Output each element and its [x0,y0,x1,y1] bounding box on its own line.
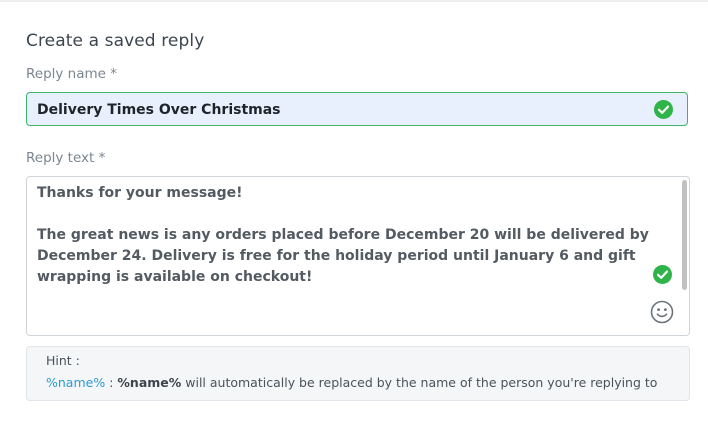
page-title: Create a saved reply [26,31,205,51]
check-circle-icon [653,265,672,284]
smiley-icon[interactable] [650,300,674,324]
check-circle-icon [654,100,673,119]
top-divider [0,0,708,2]
reply-text-paragraph: Thanks for your message! [37,185,243,201]
hint-description: will automatically be replaced by the na… [181,375,658,390]
hint-separator: : [105,375,118,390]
hint-text: %name% : %name% will automatically be re… [46,375,657,390]
reply-name-label: Reply name * [26,66,118,82]
reply-text-paragraph: The great news is any orders placed befo… [37,227,649,285]
hint-token-bold: %name% [117,375,182,390]
reply-name-value[interactable]: Delivery Times Over Christmas [37,102,281,118]
textarea-scrollbar[interactable] [682,180,687,290]
reply-text-textarea[interactable]: Thanks for your message! The great news … [26,176,690,336]
hint-box: Hint : %name% : %name% will automaticall… [26,346,690,401]
reply-text-body[interactable]: Thanks for your message! The great news … [37,183,677,288]
hint-token: %name% [46,375,106,390]
hint-title: Hint : [46,353,80,368]
reply-text-label: Reply text * [26,150,106,166]
reply-name-input[interactable]: Delivery Times Over Christmas [26,92,688,126]
